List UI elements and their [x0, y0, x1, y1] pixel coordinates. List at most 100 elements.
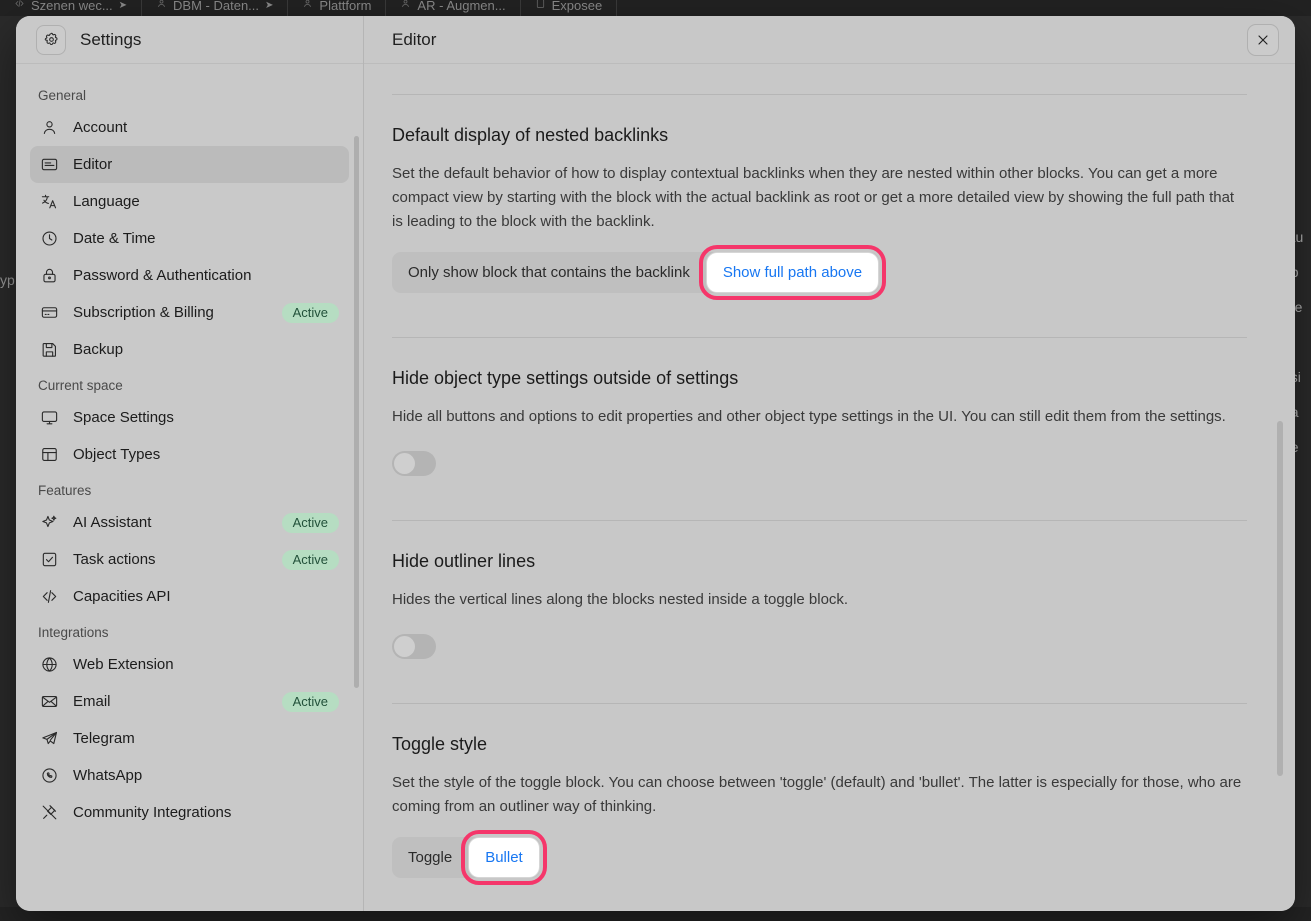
sidebar-item-web-extension[interactable]: Web Extension: [30, 646, 349, 683]
background-tab-label: Szenen wec...: [31, 0, 113, 13]
sidebar-item-whatsapp[interactable]: WhatsApp: [30, 757, 349, 794]
layout-icon: [40, 445, 59, 464]
background-tab[interactable]: Plattform: [288, 0, 386, 16]
nav-group-label: Integrations: [30, 615, 349, 646]
sidebar-item-label: Editor: [73, 156, 339, 173]
section-description: Set the style of the toggle block. You c…: [392, 771, 1242, 819]
sidebar-item-label: Capacities API: [73, 588, 339, 605]
segmented-option-selected[interactable]: Show full path above: [706, 252, 879, 293]
save-icon: [40, 340, 59, 359]
section-description: Hide all buttons and options to edit pro…: [392, 405, 1242, 429]
sidebar-nav: General Account Editor Language Date & Time P…: [16, 64, 363, 911]
settings-title: Settings: [80, 30, 141, 50]
sidebar-item-label: Account: [73, 119, 339, 136]
main-header: Editor: [364, 16, 1295, 64]
background-tab[interactable]: Szenen wec... ➤: [0, 0, 142, 16]
sidebar-item-label: Email: [73, 693, 268, 710]
section-description: Hides the vertical lines along the block…: [392, 588, 1242, 612]
sidebar-item-date-time[interactable]: Date & Time: [30, 220, 349, 257]
toggle-knob: [394, 453, 415, 474]
sidebar-item-label: Password & Authentication: [73, 267, 339, 284]
sidebar-item-label: Task actions: [73, 551, 268, 568]
sidebar-item-label: Backup: [73, 341, 339, 358]
settings-section: Default display of nested backlinks Set t…: [392, 95, 1247, 337]
background-tab-label: DBM - Daten...: [173, 0, 259, 13]
sidebar-item-space-settings[interactable]: Space Settings: [30, 399, 349, 436]
sidebar-header: Settings: [16, 16, 363, 64]
section-title: Hide object type settings outside of set…: [392, 368, 1247, 389]
clock-icon: [40, 229, 59, 248]
person-icon: [302, 0, 313, 12]
background-left-text: yp: [0, 272, 15, 288]
section-title: Toggle style: [392, 734, 1247, 755]
sidebar-item-label: Space Settings: [73, 409, 339, 426]
plug-icon: [40, 803, 59, 822]
sidebar-item-label: Subscription & Billing: [73, 304, 268, 321]
segmented-option[interactable]: Toggle: [392, 837, 468, 878]
sidebar-item-label: Telegram: [73, 730, 339, 747]
checkbox-icon: [40, 550, 59, 569]
sidebar-scrollbar[interactable]: [354, 136, 359, 688]
section-description: Set the default behavior of how to displ…: [392, 162, 1242, 234]
sidebar-item-language[interactable]: Language: [30, 183, 349, 220]
sidebar-item-account[interactable]: Account: [30, 109, 349, 146]
main-scrollbar[interactable]: [1277, 421, 1283, 776]
document-icon: [535, 0, 546, 12]
background-tab-label: Plattform: [319, 0, 371, 13]
sidebar-item-task-actions[interactable]: Task actionsActive: [30, 541, 349, 578]
language-icon: [40, 192, 59, 211]
sidebar-item-backup[interactable]: Backup: [30, 331, 349, 368]
settings-section: Hide object type settings outside of set…: [392, 337, 1247, 520]
background-tab[interactable]: Exposee: [521, 0, 618, 16]
nav-group-label: General: [30, 78, 349, 109]
sidebar-item-label: WhatsApp: [73, 767, 339, 784]
segmented-option[interactable]: Only show block that contains the backli…: [392, 252, 706, 293]
sidebar-item-community-integrations[interactable]: Community Integrations: [30, 794, 349, 831]
person-icon: [40, 118, 59, 137]
background-tab-strip: Szenen wec... ➤ DBM - Daten... ➤ Plattform AR…: [0, 0, 1311, 16]
sidebar-item-label: Community Integrations: [73, 804, 339, 821]
sparkle-icon: [40, 513, 59, 532]
telegram-icon: [40, 729, 59, 748]
sidebar-item-subscription-billing[interactable]: Subscription & Billing Active: [30, 294, 349, 331]
globe-icon: [40, 655, 59, 674]
settings-section: Toggle style Set the style of the toggle …: [392, 703, 1247, 911]
pin-icon[interactable]: ➤: [119, 0, 127, 11]
toggle-switch[interactable]: [392, 634, 436, 659]
gear-icon[interactable]: [36, 25, 66, 55]
code-icon: [40, 587, 59, 606]
segmented-option-selected[interactable]: Bullet: [468, 837, 540, 878]
person-icon: [400, 0, 411, 12]
lock-icon: [40, 266, 59, 285]
close-icon[interactable]: [1247, 24, 1279, 56]
status-badge: Active: [282, 303, 339, 323]
segmented-control: ToggleBullet: [392, 837, 540, 878]
settings-main-pane: Editor Default display of nested backlin…: [364, 16, 1295, 911]
nav-group-label: Current space: [30, 368, 349, 399]
sidebar-item-object-types[interactable]: Object Types: [30, 436, 349, 473]
background-tab-label: AR - Augmen...: [417, 0, 505, 13]
sidebar-item-telegram[interactable]: Telegram: [30, 720, 349, 757]
nav-group-label: Features: [30, 473, 349, 504]
page-title: Editor: [392, 30, 1247, 50]
sidebar-item-label: Object Types: [73, 446, 339, 463]
sidebar-item-editor[interactable]: Editor: [30, 146, 349, 183]
settings-sections: Default display of nested backlinks Set t…: [392, 95, 1247, 911]
toggle-switch[interactable]: [392, 451, 436, 476]
section-title: Default display of nested backlinks: [392, 125, 1247, 146]
person-icon: [156, 0, 167, 12]
background-tab[interactable]: AR - Augmen...: [386, 0, 520, 16]
sidebar-item-email[interactable]: Email Active: [30, 683, 349, 720]
pin-icon[interactable]: ➤: [265, 0, 273, 11]
credit-card-icon: [40, 303, 59, 322]
sidebar-item-label: Language: [73, 193, 339, 210]
editor-icon: [40, 155, 59, 174]
sidebar-item-password-authentication[interactable]: Password & Authentication: [30, 257, 349, 294]
sidebar-item-ai-assistant[interactable]: AI AssistantActive: [30, 504, 349, 541]
whatsapp-icon: [40, 766, 59, 785]
background-tab[interactable]: DBM - Daten... ➤: [142, 0, 288, 16]
sidebar-item-capacities-api[interactable]: Capacities API: [30, 578, 349, 615]
status-badge: Active: [282, 692, 339, 712]
section-title: Hide outliner lines: [392, 551, 1247, 572]
sidebar-item-label: AI Assistant: [73, 514, 268, 531]
